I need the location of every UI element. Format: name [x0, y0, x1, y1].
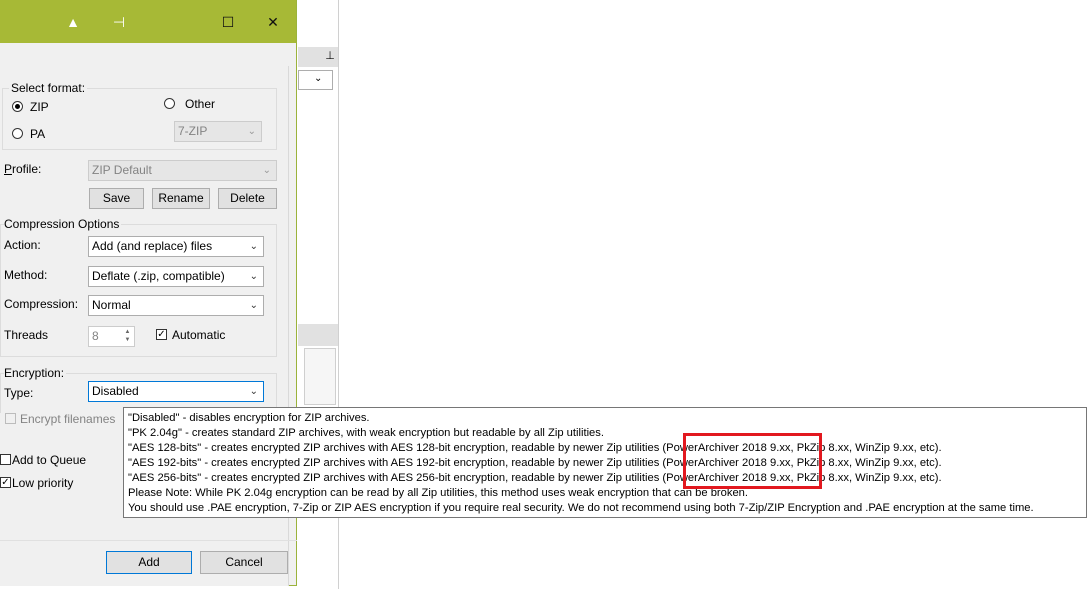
- encryption-tooltip: "Disabled" - disables encryption for ZIP…: [123, 407, 1087, 518]
- background-panel: [304, 348, 336, 405]
- other-radio[interactable]: [164, 98, 175, 109]
- pa-radio[interactable]: [12, 128, 23, 139]
- footer-divider: [0, 540, 297, 541]
- method-combo[interactable]: Deflate (.zip, compatible) ⌄: [88, 266, 264, 287]
- profile-label-rest: rofile:: [12, 162, 42, 176]
- tooltip-line: "PK 2.04g" - creates standard ZIP archiv…: [128, 427, 604, 439]
- delete-button[interactable]: Delete: [218, 188, 277, 209]
- tooltip-line: "Disabled" - disables encryption for ZIP…: [128, 412, 370, 424]
- action-label: Action:: [4, 238, 41, 252]
- chevron-down-icon: ⌄: [249, 300, 258, 311]
- chevron-down-icon: ⌄: [249, 241, 258, 252]
- other-label[interactable]: Other: [185, 97, 215, 111]
- action-combo[interactable]: Add (and replace) files ⌄: [88, 236, 264, 257]
- tooltip-line: "AES 256-bits" - creates encrypted ZIP a…: [128, 472, 942, 484]
- automatic-checkbox[interactable]: ✓: [156, 329, 167, 340]
- method-label: Method:: [4, 268, 48, 282]
- automatic-label[interactable]: Automatic: [172, 328, 225, 342]
- select-format-label: Select format:: [9, 81, 88, 95]
- low-priority-label[interactable]: Low priority: [12, 476, 73, 490]
- add-button[interactable]: Add: [106, 551, 192, 574]
- compression-options-label: Compression Options: [4, 217, 122, 231]
- encrypt-filenames-checkbox[interactable]: [5, 413, 16, 424]
- zip-radio[interactable]: [12, 101, 23, 112]
- dialog-titlebar[interactable]: [0, 0, 296, 43]
- pin-icon[interactable]: ⊥: [324, 50, 336, 62]
- chevron-down-icon: ⌄: [314, 73, 323, 84]
- action-value: Add (and replace) files: [92, 239, 213, 253]
- threads-label: Threads: [4, 328, 49, 342]
- threads-stepper[interactable]: 8 ▲ ▼: [88, 326, 135, 347]
- compression-combo[interactable]: Normal ⌄: [88, 295, 264, 316]
- chevron-down-icon: ⌄: [249, 271, 258, 282]
- profile-combo[interactable]: ZIP Default ⌄: [88, 160, 277, 181]
- type-label: Type:: [4, 386, 34, 400]
- tooltip-line: You should use .PAE encryption, 7-Zip or…: [128, 502, 1034, 514]
- red-highlight-box: [683, 433, 822, 489]
- pa-label[interactable]: PA: [30, 127, 45, 141]
- chevron-down-icon: ⌄: [262, 165, 271, 176]
- encryption-label: Encryption:: [4, 366, 67, 380]
- chevron-down-icon: ⌄: [249, 386, 258, 397]
- cancel-button[interactable]: Cancel: [200, 551, 288, 574]
- tooltip-line: "AES 128-bits" - creates encrypted ZIP a…: [128, 442, 942, 454]
- pin-icon[interactable]: ⊣: [104, 10, 134, 34]
- tooltip-line: Please Note: While PK 2.04g encryption c…: [128, 487, 749, 499]
- zip-label[interactable]: ZIP: [30, 100, 49, 114]
- chevron-down-icon: ⌄: [247, 126, 256, 137]
- collapse-up-icon[interactable]: ▲: [58, 10, 88, 34]
- rename-button[interactable]: Rename: [152, 188, 210, 209]
- encryption-type-value: Disabled: [92, 384, 139, 398]
- method-value: Deflate (.zip, compatible): [92, 269, 225, 283]
- tooltip-line: "AES 192-bits" - creates encrypted ZIP a…: [128, 457, 942, 469]
- threads-value: 8: [92, 329, 99, 343]
- compression-label: Compression:: [4, 297, 79, 311]
- stepper-arrows-icon[interactable]: ▲ ▼: [122, 328, 133, 345]
- background-panel-strip: [298, 324, 338, 346]
- close-icon[interactable]: ✕: [258, 10, 288, 34]
- profile-label: Profile:: [4, 162, 42, 176]
- other-format-combo[interactable]: 7-ZIP ⌄: [174, 121, 262, 142]
- encryption-type-combo[interactable]: Disabled ⌄: [88, 381, 264, 402]
- low-priority-checkbox[interactable]: ✓: [0, 477, 11, 488]
- add-to-queue-label[interactable]: Add to Queue: [12, 453, 86, 467]
- other-format-value: 7-ZIP: [178, 124, 208, 138]
- save-button[interactable]: Save: [89, 188, 144, 209]
- compression-value: Normal: [92, 298, 131, 312]
- encrypt-filenames-label[interactable]: Encrypt filenames: [20, 412, 115, 426]
- maximize-icon[interactable]: ☐: [213, 10, 243, 34]
- add-to-queue-checkbox[interactable]: [0, 454, 11, 465]
- profile-value: ZIP Default: [92, 163, 152, 177]
